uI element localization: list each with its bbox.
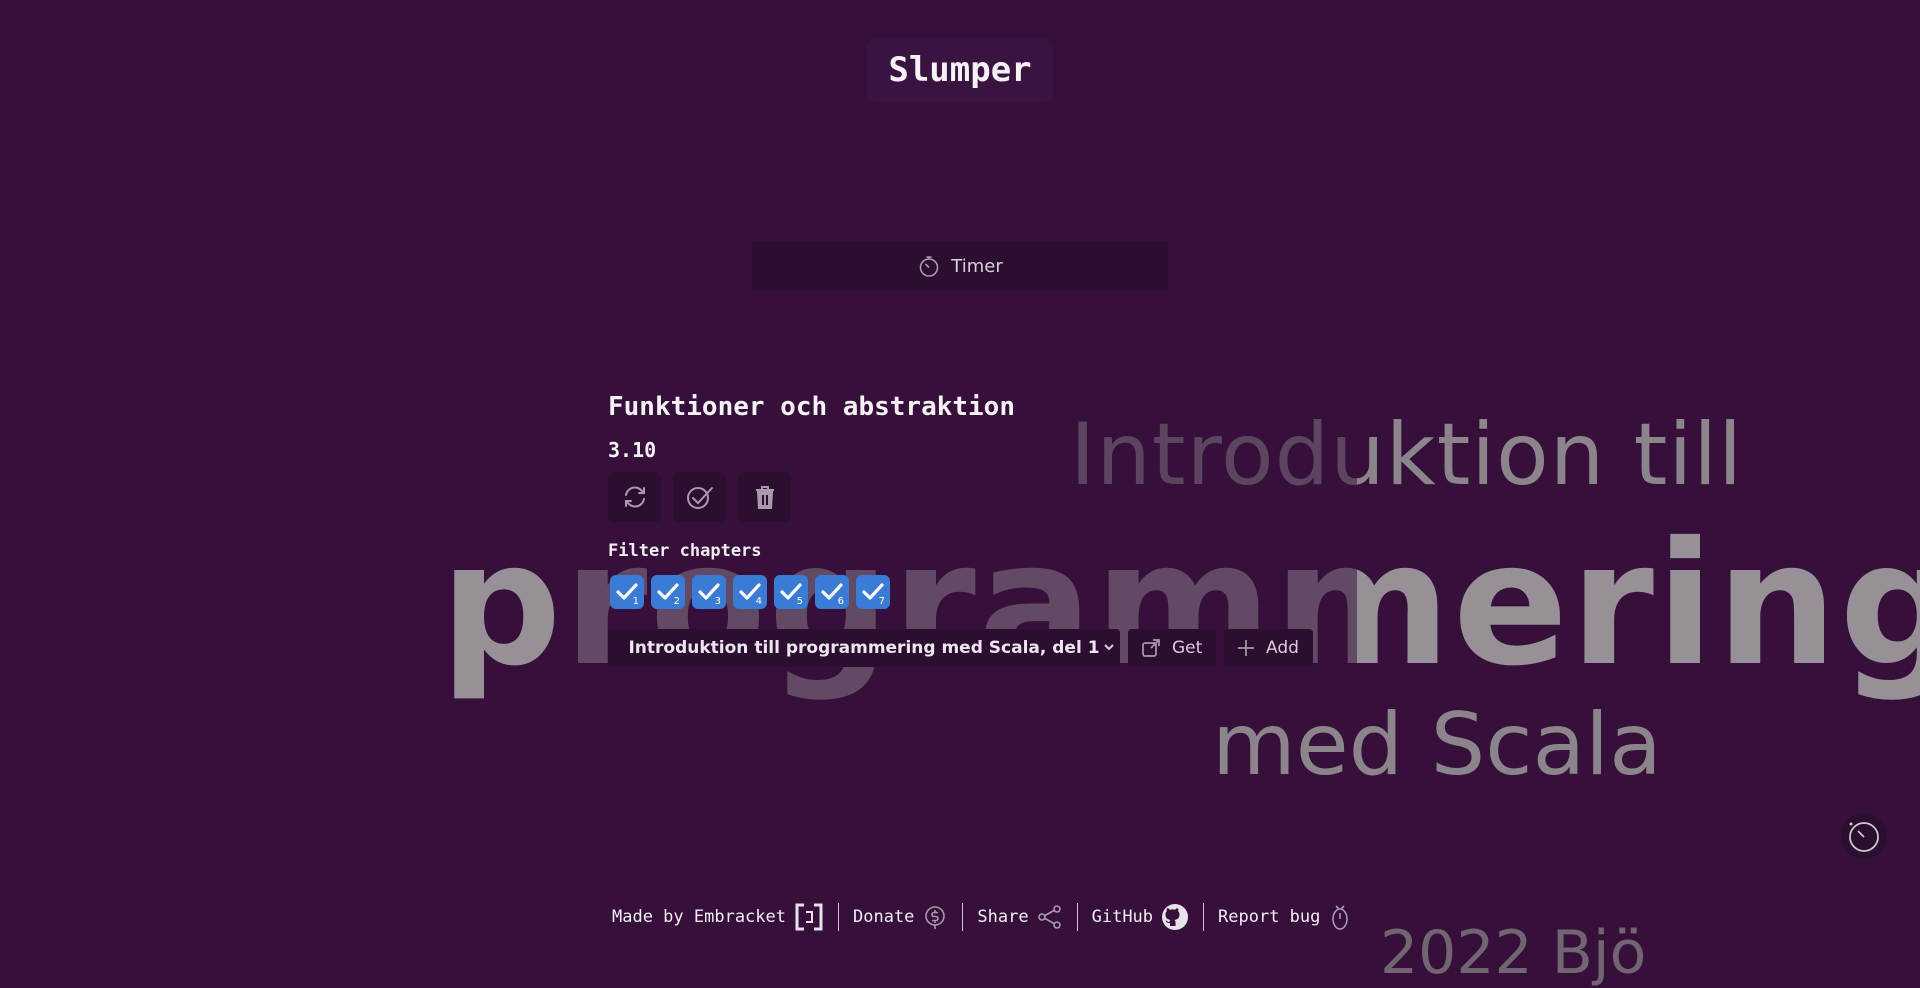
share-icon bbox=[1037, 904, 1063, 930]
chapter-checkbox[interactable]: 6 bbox=[815, 575, 849, 609]
plus-icon bbox=[1236, 638, 1256, 658]
add-button[interactable]: Add bbox=[1224, 629, 1313, 667]
get-label: Get bbox=[1172, 638, 1202, 658]
chapter-number: 6 bbox=[838, 596, 844, 607]
refresh-button[interactable] bbox=[608, 472, 661, 522]
chevron-down-icon bbox=[1102, 640, 1116, 654]
github-link[interactable]: GitHub bbox=[1078, 903, 1203, 931]
chapter-number: 3 bbox=[715, 596, 721, 607]
stopwatch-icon bbox=[1846, 818, 1882, 854]
chapter-checkbox[interactable]: 4 bbox=[733, 575, 767, 609]
timer-label: Timer bbox=[951, 256, 1002, 277]
chapter-number: 4 bbox=[756, 596, 762, 607]
report-bug-link[interactable]: Report bug bbox=[1204, 903, 1366, 931]
external-link-icon bbox=[1140, 637, 1162, 659]
chapter-number: 7 bbox=[879, 596, 885, 607]
refresh-icon bbox=[620, 482, 650, 512]
chapter-checkbox[interactable]: 1 bbox=[610, 575, 644, 609]
get-button[interactable]: Get bbox=[1128, 629, 1216, 667]
donate-link[interactable]: Donate bbox=[839, 904, 962, 930]
checkmark-done-icon bbox=[684, 482, 716, 512]
background-art-line: 2022 Bjö bbox=[1380, 918, 1646, 988]
share-link[interactable]: Share bbox=[963, 904, 1076, 930]
trash-icon bbox=[753, 484, 777, 510]
add-label: Add bbox=[1266, 638, 1299, 658]
share-label: Share bbox=[977, 907, 1028, 927]
topic-title: Funktioner och abstraktion bbox=[608, 392, 1015, 422]
chapter-number: 5 bbox=[797, 596, 803, 607]
chapter-number: 1 bbox=[633, 596, 639, 607]
github-icon bbox=[1161, 903, 1189, 931]
chapter-checkbox[interactable]: 5 bbox=[774, 575, 808, 609]
made-by-link[interactable]: Made by Embracket bbox=[612, 902, 838, 932]
stopwatch-icon bbox=[917, 254, 941, 278]
made-by-label: Made by Embracket bbox=[612, 907, 786, 927]
chapter-checkbox[interactable]: 2 bbox=[651, 575, 685, 609]
footer: Made by Embracket Donate Share GitHub Re… bbox=[612, 902, 1366, 932]
github-label: GitHub bbox=[1092, 907, 1153, 927]
chapter-checkbox[interactable]: 7 bbox=[856, 575, 890, 609]
report-bug-label: Report bug bbox=[1218, 907, 1320, 927]
donate-label: Donate bbox=[853, 907, 914, 927]
timer-button[interactable]: Timer bbox=[752, 241, 1168, 291]
course-select[interactable]: Introduktion till programmering med Scal… bbox=[608, 629, 1120, 667]
course-row: Introduktion till programmering med Scal… bbox=[608, 629, 1313, 667]
course-select-value: Introduktion till programmering med Scal… bbox=[628, 638, 1099, 658]
bug-icon bbox=[1328, 903, 1352, 931]
app-title[interactable]: Slumper bbox=[866, 38, 1053, 102]
delete-button[interactable] bbox=[738, 472, 791, 522]
embracket-logo-icon bbox=[794, 902, 824, 932]
topic-number: 3.10 bbox=[608, 438, 656, 462]
filter-chapters-label: Filter chapters bbox=[608, 541, 762, 561]
chapter-filter-list: 1 2 3 4 5 6 7 bbox=[610, 575, 890, 609]
topic-actions bbox=[608, 472, 791, 522]
chapter-number: 2 bbox=[674, 596, 680, 607]
mark-done-button[interactable] bbox=[673, 472, 726, 522]
chapter-checkbox[interactable]: 3 bbox=[692, 575, 726, 609]
dollar-coin-icon bbox=[922, 904, 948, 930]
background-art-line: med Scala bbox=[1212, 695, 1662, 795]
floating-timer-button[interactable] bbox=[1841, 813, 1887, 859]
